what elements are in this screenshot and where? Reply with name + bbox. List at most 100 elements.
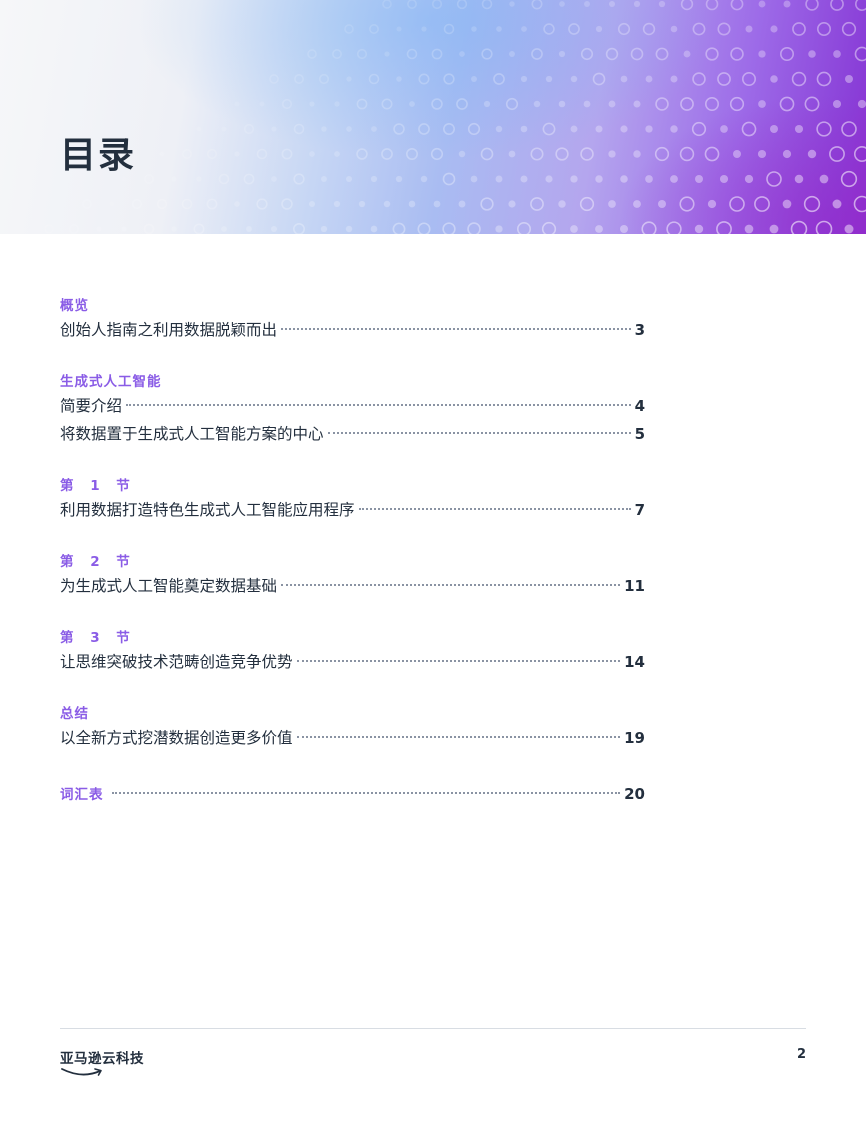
decorative-dot bbox=[533, 100, 541, 108]
toc-entry-glossary[interactable]: 词汇表 20 bbox=[60, 780, 645, 808]
decorative-dot bbox=[545, 75, 553, 83]
decorative-dot bbox=[442, 172, 456, 186]
decorative-dot bbox=[368, 73, 380, 85]
section-label-section-3[interactable]: 第 3 节 bbox=[60, 628, 645, 648]
decorative-dot bbox=[770, 25, 778, 33]
decorative-dot bbox=[570, 225, 578, 233]
decorative-dot bbox=[346, 76, 352, 82]
decorative-dot bbox=[417, 222, 431, 234]
section-label-section-1[interactable]: 第 1 节 bbox=[60, 476, 645, 496]
decorative-dot bbox=[807, 149, 817, 159]
decorative-dot bbox=[719, 174, 729, 184]
decorative-dot bbox=[766, 171, 782, 187]
decorative-dot bbox=[595, 225, 603, 233]
decorative-dot bbox=[471, 26, 477, 32]
decorative-dot bbox=[358, 200, 366, 208]
decorative-dot bbox=[520, 175, 528, 183]
decorative-dot bbox=[841, 21, 857, 37]
decorative-dot bbox=[716, 221, 732, 234]
decorative-dot bbox=[530, 197, 544, 211]
toc-entry[interactable]: 利用数据打造特色生成式人工智能应用程序 7 bbox=[60, 496, 645, 524]
company-logo: 亚马逊云科技 bbox=[60, 1047, 160, 1083]
decorative-dot bbox=[645, 75, 653, 83]
decorative-dot bbox=[803, 195, 821, 213]
decorative-dot bbox=[744, 224, 754, 234]
logo-text: 亚马逊云科技 bbox=[60, 1051, 144, 1067]
toc-entry-page: 7 bbox=[634, 501, 645, 519]
decorative-dot bbox=[830, 0, 844, 11]
decorative-dot bbox=[370, 225, 378, 233]
toc-entry[interactable]: 简要介绍 4 bbox=[60, 392, 645, 420]
decorative-dot bbox=[459, 51, 465, 57]
decorative-dot bbox=[620, 175, 628, 183]
decorative-dot bbox=[817, 22, 831, 36]
decorative-dot bbox=[570, 125, 578, 133]
decorative-dot bbox=[309, 101, 315, 107]
decorative-dot bbox=[782, 149, 792, 159]
decorative-dot bbox=[293, 123, 305, 135]
decorative-dot bbox=[570, 75, 578, 83]
decorative-dot bbox=[243, 173, 255, 185]
decorative-dot bbox=[694, 224, 704, 234]
section-label-overview[interactable]: 概览 bbox=[60, 296, 645, 316]
decorative-dot bbox=[815, 220, 833, 234]
amazon-smile-arrow-icon bbox=[61, 1068, 102, 1076]
decorative-dot bbox=[234, 101, 240, 107]
section-label-genai[interactable]: 生成式人工智能 bbox=[60, 372, 645, 392]
decorative-dot bbox=[344, 24, 354, 34]
decorative-dot bbox=[318, 73, 330, 85]
decorative-dot bbox=[196, 176, 202, 182]
decorative-dot bbox=[531, 0, 543, 10]
decorative-dot bbox=[605, 47, 619, 61]
decorative-dot bbox=[171, 176, 177, 182]
dot-leader bbox=[281, 584, 621, 586]
decorative-dot bbox=[780, 47, 794, 61]
decorative-dot bbox=[608, 0, 616, 8]
decorative-dot bbox=[431, 48, 443, 60]
decorative-dot bbox=[392, 222, 406, 234]
decorative-dot bbox=[281, 198, 293, 210]
page-title: 目录 bbox=[60, 135, 137, 176]
dot-leader bbox=[327, 432, 631, 434]
toc-section-3: 第 3 节 让思维突破技术范畴创造竞争优势 14 bbox=[60, 628, 645, 676]
decorative-dot bbox=[841, 121, 857, 137]
toc-entry[interactable]: 让思维突破技术范畴创造竞争优势 14 bbox=[60, 648, 645, 676]
decorative-dot bbox=[508, 150, 516, 158]
decorative-dot bbox=[293, 223, 305, 234]
decorative-dot bbox=[443, 73, 455, 85]
decorative-dot bbox=[456, 98, 468, 110]
decorative-dot bbox=[395, 175, 403, 183]
toc-entry-title: 利用数据打造特色生成式人工智能应用程序 bbox=[60, 501, 355, 519]
decorative-dot bbox=[156, 198, 168, 210]
decorative-dot bbox=[480, 197, 494, 211]
decorative-dot bbox=[704, 146, 720, 162]
decorative-dot bbox=[281, 98, 293, 110]
toc-entry-title: 创始人指南之利用数据脱颖而出 bbox=[60, 321, 278, 339]
decorative-dot bbox=[409, 101, 415, 107]
decorative-dot bbox=[542, 122, 556, 136]
decorative-dot bbox=[381, 148, 393, 160]
decorative-dot bbox=[82, 199, 92, 209]
section-label-section-2[interactable]: 第 2 节 bbox=[60, 552, 645, 572]
decorative-dot bbox=[855, 0, 866, 11]
decorative-dot bbox=[783, 0, 791, 8]
decorative-dot bbox=[442, 222, 456, 234]
section-label-summary[interactable]: 总结 bbox=[60, 704, 645, 724]
decorative-dot bbox=[705, 47, 719, 61]
decorative-dot bbox=[658, 0, 666, 8]
decorative-dot bbox=[608, 200, 616, 208]
toc-entry[interactable]: 以全新方式挖潜数据创造更多价值 19 bbox=[60, 724, 645, 752]
decorative-dot bbox=[794, 174, 804, 184]
decorative-dot bbox=[495, 175, 503, 183]
decorative-dot bbox=[505, 97, 519, 111]
decorative-dot bbox=[270, 225, 278, 233]
decorative-dot bbox=[218, 173, 230, 185]
decorative-dot bbox=[418, 123, 430, 135]
decorative-dot bbox=[854, 46, 866, 62]
toc-entry[interactable]: 将数据置于生成式人工智能方案的中心 5 bbox=[60, 420, 645, 448]
decorative-dot bbox=[845, 75, 853, 83]
toc-entry[interactable]: 为生成式人工智能奠定数据基础 11 bbox=[60, 572, 645, 600]
toc-entry[interactable]: 创始人指南之利用数据脱颖而出 3 bbox=[60, 316, 645, 344]
decorative-dot bbox=[741, 121, 757, 137]
decorative-dot bbox=[680, 0, 694, 11]
